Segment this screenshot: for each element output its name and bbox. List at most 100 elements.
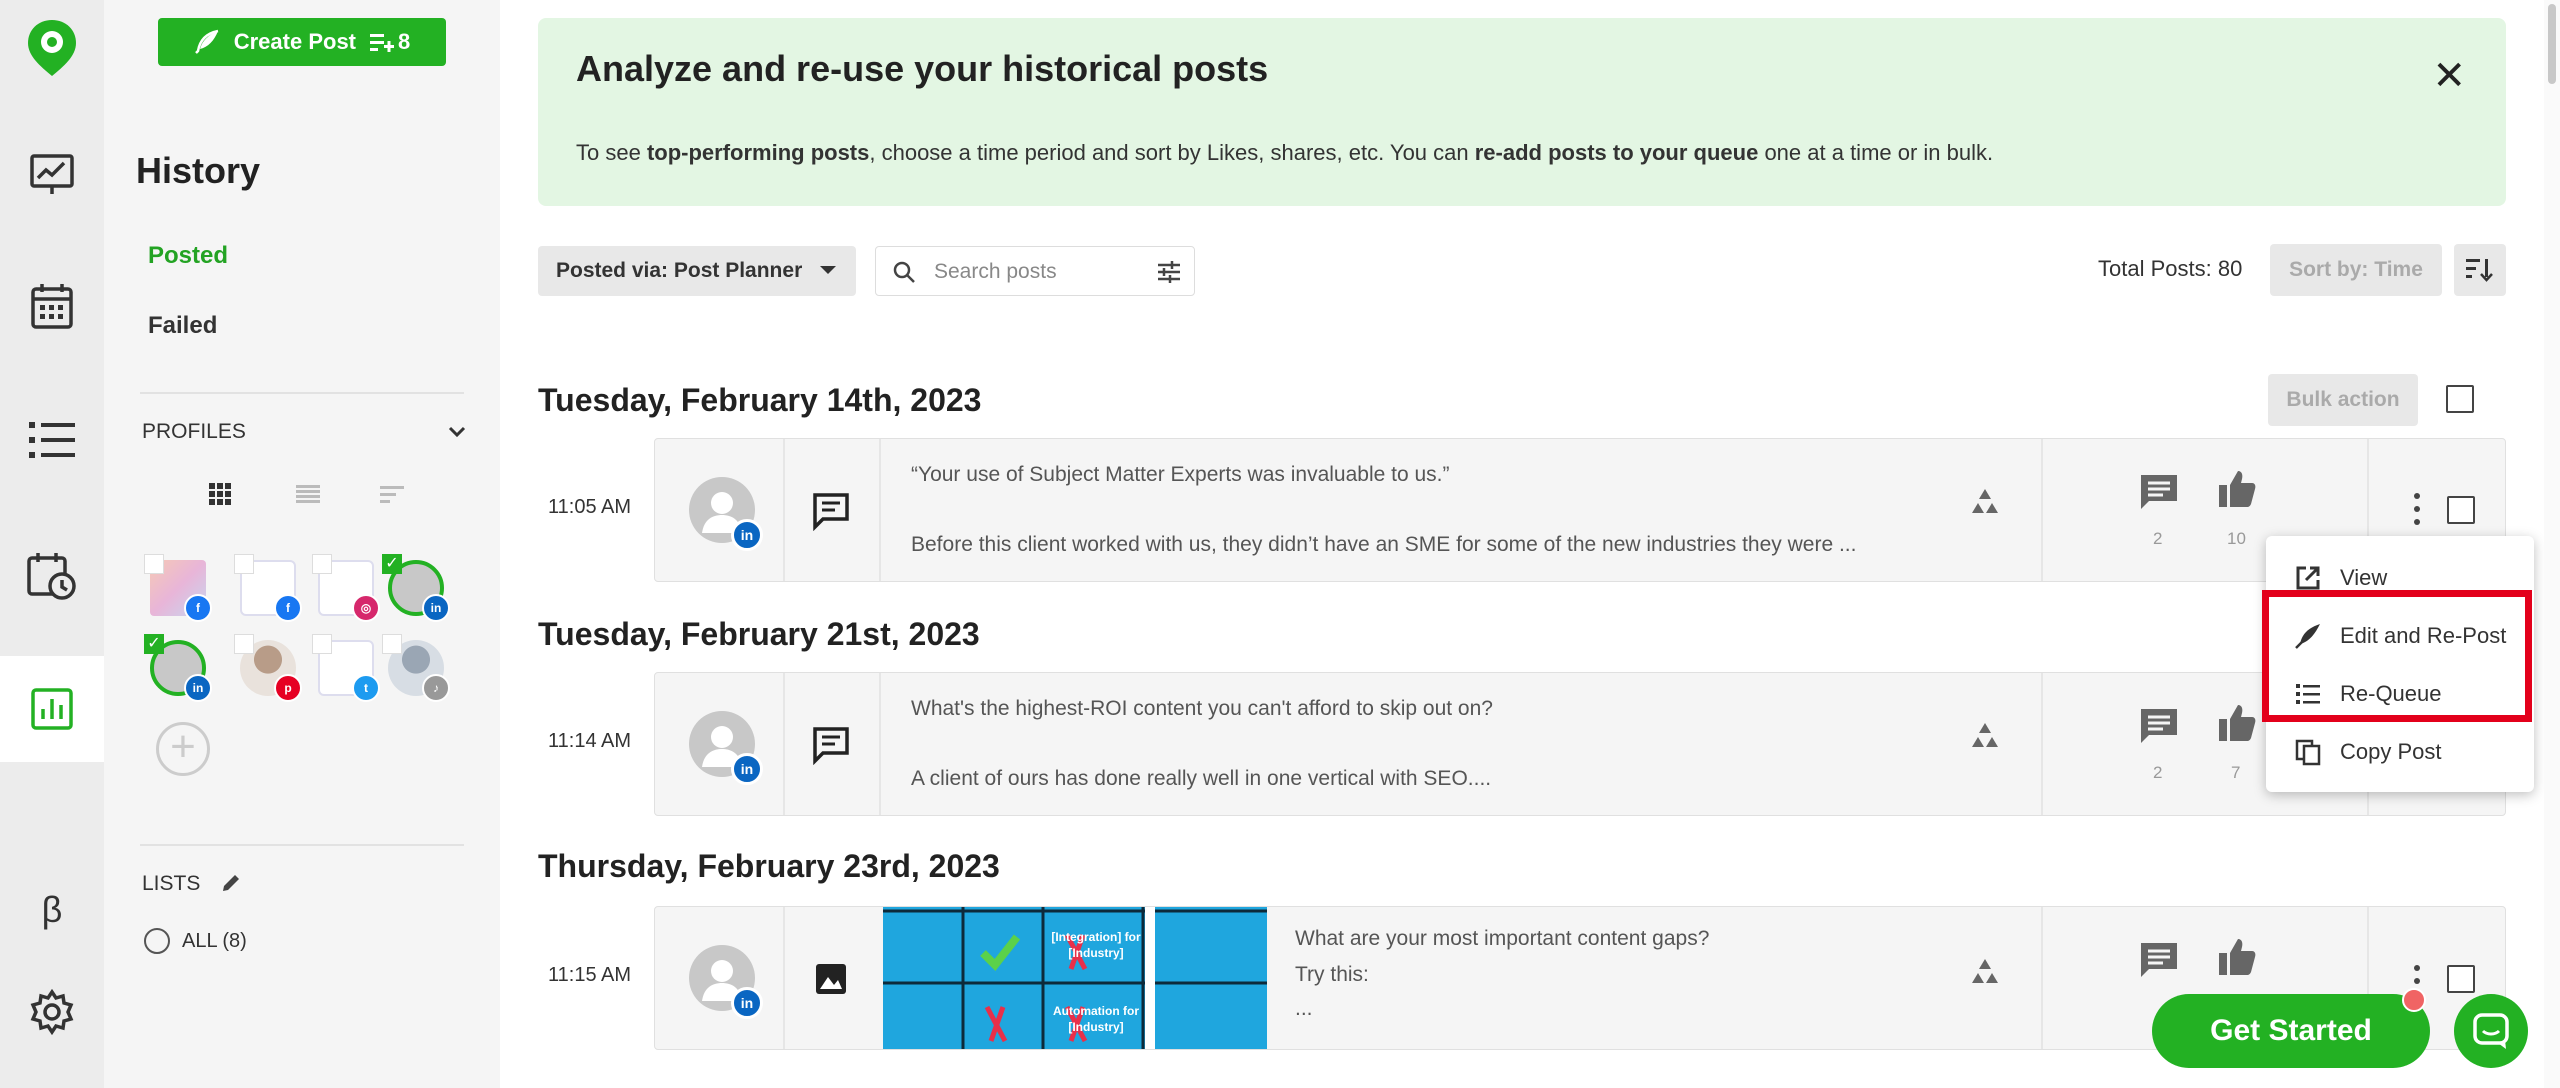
chat-icon	[2473, 1013, 2509, 1049]
profile-checkbox-checked[interactable]: ✓	[382, 554, 402, 574]
post-text-line: What's the highest-ROI content you can't…	[911, 697, 1493, 720]
post-text-line: Try this:	[1295, 963, 1369, 986]
queue-count[interactable]: 8	[370, 29, 410, 55]
recycle-icon[interactable]	[1967, 719, 2003, 755]
logo-icon[interactable]	[0, 0, 104, 96]
comments-count: 2	[2153, 529, 2163, 548]
date-heading: Tuesday, February 21st, 2023	[538, 616, 980, 652]
profile-checkbox[interactable]	[144, 554, 164, 574]
list-all-radio[interactable]: ALL (8)	[144, 928, 247, 954]
text-post-icon	[813, 493, 849, 531]
profile-checkbox[interactable]	[382, 634, 402, 654]
post-card[interactable]: in “Your use of Subject Matter Experts w…	[654, 438, 2506, 582]
profile-checkbox[interactable]	[234, 554, 254, 574]
queue-add-icon	[370, 34, 395, 52]
post-time: 11:15 AM	[548, 964, 632, 986]
copy-icon	[2295, 739, 2321, 766]
analytics-icon[interactable]	[0, 124, 104, 224]
profile-avatar-pinterest[interactable]: p	[234, 634, 304, 704]
settings-gear-icon[interactable]	[0, 962, 104, 1062]
chat-launcher-button[interactable]	[2454, 994, 2528, 1068]
create-post-button[interactable]: Create Post 8	[158, 18, 446, 66]
profile-checkbox[interactable]	[234, 634, 254, 654]
divider	[2041, 673, 2043, 815]
date-heading: Thursday, February 23rd, 2023	[538, 848, 1000, 884]
schedule-icon[interactable]	[0, 526, 104, 626]
pinterest-icon: p	[274, 674, 302, 702]
avatar: in	[689, 711, 763, 785]
calendar-icon[interactable]	[0, 256, 104, 356]
history-stats-icon[interactable]	[0, 656, 104, 762]
history-sidebar: Create Post 8 History Posted Failed PROF…	[104, 0, 500, 1088]
profile-avatar-facebook[interactable]: f	[144, 554, 214, 624]
profile-checkbox[interactable]	[312, 554, 332, 574]
post-text-line: A client of ours has done really well in…	[911, 767, 1492, 790]
get-started-button[interactable]: Get Started	[2152, 994, 2430, 1068]
filter-sliders-icon[interactable]	[1156, 259, 1182, 285]
image-post-icon	[816, 964, 846, 994]
recycle-icon[interactable]	[1967, 955, 2003, 991]
add-profile-button[interactable]: +	[156, 722, 210, 776]
select-all-checkbox[interactable]	[2446, 385, 2474, 413]
total-posts: Total Posts: 80	[2098, 256, 2243, 281]
nav-posted[interactable]: Posted	[148, 242, 228, 270]
post-checkbox[interactable]	[2447, 496, 2475, 524]
facebook-icon: f	[184, 594, 212, 622]
open-external-icon	[2296, 566, 2320, 590]
profile-avatar-linkedin[interactable]: ✓ in	[144, 634, 214, 704]
grid-view-icon[interactable]	[204, 478, 236, 510]
scrollbar[interactable]	[2544, 0, 2560, 1088]
bulk-action-button[interactable]: Bulk action	[2268, 374, 2418, 426]
avatar: in	[689, 477, 763, 551]
beta-icon[interactable]: β	[0, 860, 104, 960]
sort-by-button[interactable]: Sort by: Time	[2270, 244, 2442, 296]
post-checkbox[interactable]	[2447, 965, 2475, 993]
comment-icon	[2141, 943, 2177, 977]
thumbs-up-icon	[2219, 705, 2256, 741]
thumbs-up-icon	[2219, 471, 2256, 507]
profile-avatar-instagram[interactable]: ◎	[312, 554, 382, 624]
posted-via-dropdown[interactable]: Posted via: Post Planner	[538, 246, 856, 296]
page-title: History	[136, 150, 261, 191]
post-image-thumbnail[interactable]: [Integration] for [Industry] Automation …	[883, 907, 1267, 1049]
compact-view-icon[interactable]	[376, 478, 408, 510]
scrollbar-thumb[interactable]	[2548, 4, 2556, 84]
post-text-line: ...	[1295, 997, 1313, 1020]
pencil-edit-icon[interactable]	[220, 872, 242, 894]
tiktok-icon: ♪	[422, 674, 450, 702]
posted-via-label: Posted via: Post Planner	[556, 259, 803, 282]
instagram-icon: ◎	[352, 594, 380, 622]
divider	[140, 844, 464, 846]
profile-avatar-linkedin[interactable]: ✓ in	[382, 554, 452, 624]
divider	[783, 673, 785, 815]
divider	[783, 439, 785, 581]
feather-icon	[194, 29, 219, 54]
menu-item-copy-post[interactable]: Copy Post	[2294, 734, 2442, 770]
post-text-line: What are your most important content gap…	[1295, 927, 1710, 950]
profile-avatar-tiktok[interactable]: ♪	[382, 634, 452, 704]
sort-descending-icon	[2466, 259, 2493, 282]
sort-direction-button[interactable]	[2454, 244, 2506, 296]
list-icon[interactable]	[0, 390, 104, 490]
divider	[783, 907, 785, 1049]
post-card[interactable]: in What's the highest-ROI content you ca…	[654, 672, 2506, 816]
info-banner: Analyze and re-use your historical posts…	[538, 18, 2506, 206]
more-options-kebab-icon[interactable]	[2407, 489, 2427, 529]
caret-down-icon	[820, 266, 836, 274]
icon-rail: β	[0, 0, 104, 1088]
profile-checkbox[interactable]	[312, 634, 332, 654]
comments-count: 2	[2153, 763, 2163, 782]
create-post-label: Create Post	[233, 29, 357, 54]
comment-icon	[2141, 709, 2177, 743]
search-input[interactable]: Search posts	[875, 246, 1195, 296]
chevron-down-icon[interactable]	[448, 426, 466, 438]
recycle-icon[interactable]	[1967, 485, 2003, 521]
profile-checkbox-checked[interactable]: ✓	[144, 634, 164, 654]
twitter-icon: t	[352, 674, 380, 702]
profile-avatar-twitter[interactable]: t	[312, 634, 382, 704]
list-view-icon[interactable]	[292, 478, 324, 510]
radio-button[interactable]	[144, 928, 170, 954]
profile-avatar-facebook[interactable]: f	[234, 554, 304, 624]
close-icon[interactable]: ✕	[2432, 56, 2466, 96]
nav-failed[interactable]: Failed	[148, 312, 217, 340]
